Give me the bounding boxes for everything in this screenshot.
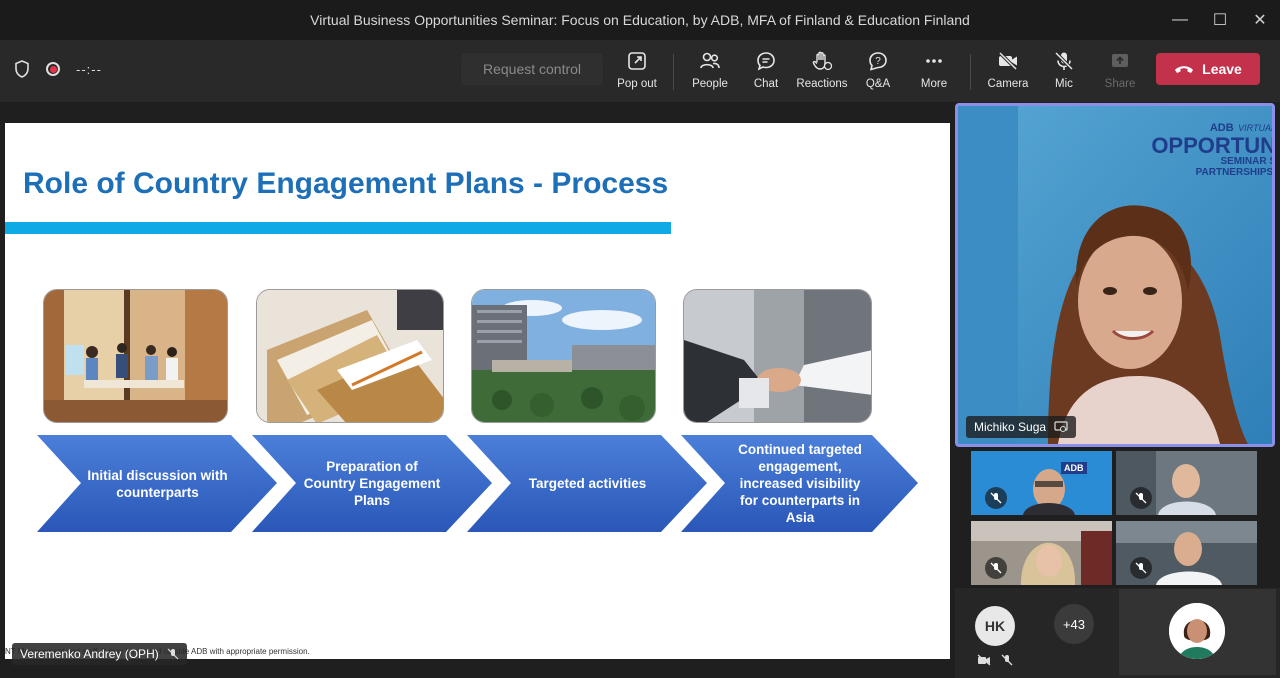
presenter-name: Veremenko Andrey (OPH) (20, 647, 159, 661)
chat-icon (757, 52, 775, 71)
qa-label: Q&A (865, 78, 891, 90)
chat-button[interactable]: Chat (736, 50, 796, 94)
mic-button[interactable]: Mic (1034, 50, 1094, 94)
camera-button[interactable]: Camera (978, 50, 1038, 94)
question-icon: ? (869, 52, 887, 71)
banner-partnerships: PARTNERSHIPS. (1195, 167, 1275, 178)
banner-main: OPPORTUN (1151, 133, 1275, 158)
toolbar-divider (673, 54, 674, 90)
popout-label: Pop out (617, 78, 657, 90)
mic-label: Mic (1055, 78, 1073, 90)
close-icon[interactable]: ✕ (1240, 0, 1280, 40)
mic-off-icon (1001, 654, 1013, 666)
leave-button[interactable]: Leave (1156, 53, 1260, 85)
screen-share-icon (1054, 421, 1068, 432)
mic-off-icon (1130, 557, 1152, 579)
active-speaker-video[interactable]: ADB VIRTUAL OPPORTUN SEMINAR S PARTNERSH… (955, 103, 1275, 447)
mic-off-icon (167, 648, 179, 660)
mic-off-icon (985, 557, 1007, 579)
qa-button[interactable]: ? Q&A (848, 50, 908, 94)
meeting-timer: --:-- (76, 61, 102, 77)
participant-tile[interactable] (1116, 451, 1257, 515)
avatar[interactable]: HK (975, 606, 1015, 646)
participant-tile[interactable]: ADB (971, 451, 1112, 515)
speaker-name: Michiko Suga (974, 420, 1047, 434)
reactions-label: Reactions (796, 78, 848, 90)
more-label: More (920, 78, 948, 90)
window-title: Virtual Business Opportunities Seminar: … (310, 12, 970, 28)
phone-hangup-icon (1175, 66, 1194, 73)
meeting-toolbar: --:-- Request control Pop out People Cha… (0, 40, 1280, 102)
mic-off-icon (1130, 487, 1152, 509)
more-button[interactable]: More (904, 50, 964, 94)
people-label: People (692, 78, 728, 90)
people-icon (700, 52, 720, 69)
process-step-3-text: Targeted activities (528, 476, 647, 491)
request-control-button[interactable]: Request control (461, 53, 603, 85)
tile-badge: ADB (1061, 462, 1087, 474)
popout-icon (628, 52, 646, 70)
maximize-icon[interactable]: ☐ (1200, 0, 1240, 40)
shared-slide: Role of Country Engagement Plans - Proce… (5, 123, 950, 659)
camera-off-icon (998, 51, 1018, 71)
minimize-icon[interactable]: — (1160, 0, 1200, 40)
ellipsis-icon (926, 59, 942, 63)
folders-image (256, 289, 444, 423)
recording-icon (46, 62, 60, 76)
svg-text:?: ? (875, 56, 881, 67)
camera-off-icon (977, 654, 991, 666)
handshake-image (683, 289, 872, 423)
banner-virtual: VIRTUAL (1238, 123, 1275, 133)
share-tray-icon (1112, 54, 1128, 67)
popout-button[interactable]: Pop out (607, 50, 667, 94)
toolbar-divider (970, 54, 971, 90)
avatar (1169, 603, 1225, 659)
chat-label: Chat (753, 78, 779, 90)
process-step-2-text: Preparation of Country Engagement Plans (303, 459, 441, 508)
mic-off-icon (985, 487, 1007, 509)
window-titlebar: Virtual Business Opportunities Seminar: … (0, 0, 1280, 40)
share-button[interactable]: Share (1090, 50, 1150, 94)
people-button[interactable]: People (680, 50, 740, 94)
slide-title-underline (5, 222, 671, 234)
camera-label: Camera (987, 78, 1029, 90)
process-step-1-text: Initial discussion with counterparts (87, 467, 228, 500)
more-participants-button[interactable]: +43 (1054, 604, 1094, 644)
self-view-tile[interactable] (1119, 589, 1276, 675)
city-skyline-image (471, 289, 656, 423)
leave-label: Leave (1202, 61, 1242, 77)
participant-tile[interactable] (971, 521, 1112, 585)
participant-status-icons (977, 654, 1013, 666)
presenter-name-tag: Veremenko Andrey (OPH) (12, 643, 187, 665)
seminar-banner: ADB VIRTUAL OPPORTUN SEMINAR S PARTNERSH… (1151, 118, 1275, 178)
slide-title: Role of Country Engagement Plans - Proce… (23, 167, 669, 200)
shield-icon[interactable] (14, 60, 30, 78)
participant-tile[interactable] (1116, 521, 1257, 585)
mic-off-icon (1054, 51, 1074, 71)
speaker-name-tag: Michiko Suga (966, 416, 1077, 438)
reactions-button[interactable]: Reactions (792, 50, 852, 94)
hand-raise-icon (812, 51, 833, 71)
office-meeting-image (43, 289, 228, 423)
share-label: Share (1104, 78, 1136, 90)
process-step-4-text: Continued targeted engagement, increased… (738, 442, 862, 525)
